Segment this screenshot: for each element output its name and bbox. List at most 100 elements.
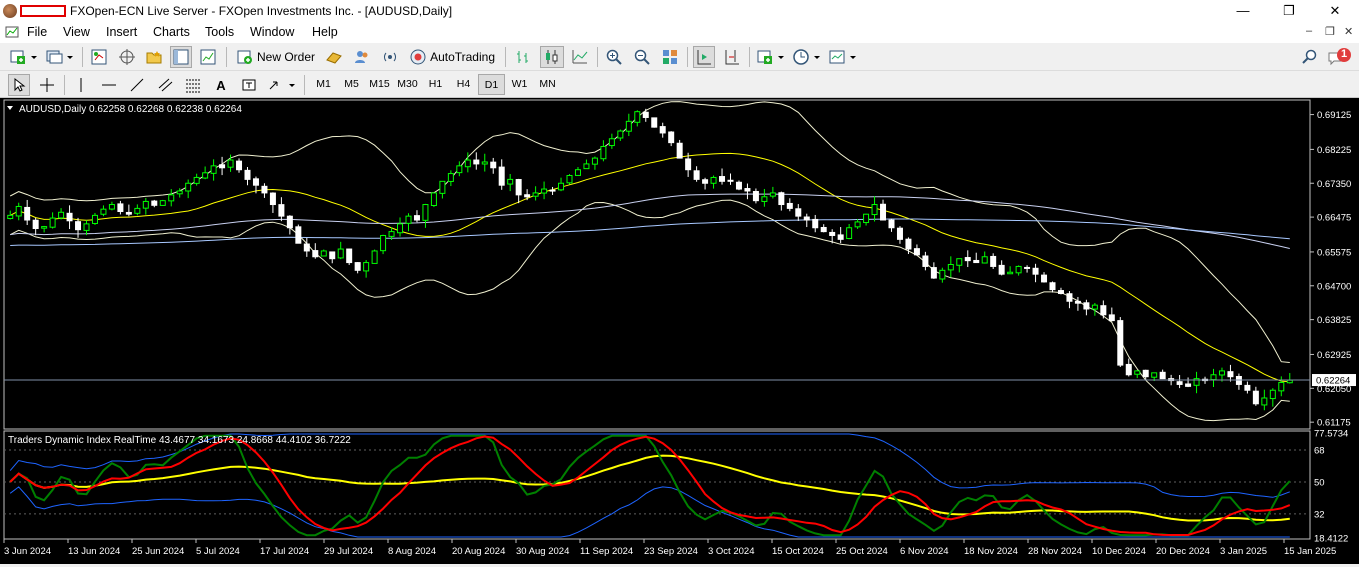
candlestick-button[interactable] (540, 46, 564, 68)
standard-toolbar: New Order AutoTrading 1 (0, 43, 1359, 71)
price-chart-svg[interactable]: AUDUSD,Daily 0.62258 0.62268 0.62238 0.6… (0, 98, 1359, 564)
maximize-button[interactable]: ❐ (1266, 0, 1312, 22)
periods-button[interactable] (791, 46, 823, 68)
menu-window[interactable]: Window (250, 25, 294, 39)
candle-body (871, 204, 878, 216)
candle-body (1151, 372, 1158, 378)
crosshair-tool-button[interactable] (36, 74, 58, 96)
candle-body (1007, 271, 1014, 275)
trendline-tool-button[interactable] (126, 74, 148, 96)
timeframe-m1[interactable]: M1 (310, 74, 337, 95)
price-label: 0.61175 (1317, 418, 1351, 429)
autoscroll-button[interactable] (693, 46, 715, 68)
menu-tools[interactable]: Tools (205, 25, 234, 39)
candle-body (939, 269, 946, 280)
arrows-tool-button[interactable] (266, 74, 298, 96)
vps-button[interactable] (378, 46, 402, 68)
timeframe-h1[interactable]: H1 (422, 74, 449, 95)
line-chart-button[interactable] (569, 46, 591, 68)
terminal-button[interactable] (170, 46, 192, 68)
timeframe-m30[interactable]: M30 (394, 74, 421, 95)
candle-body (1278, 382, 1285, 392)
timeframe-w1[interactable]: W1 (506, 74, 533, 95)
timeframe-m5[interactable]: M5 (338, 74, 365, 95)
candle-body (922, 255, 929, 267)
market-button[interactable] (322, 46, 346, 68)
mdi-restore-button[interactable]: ❐ (1325, 25, 1335, 38)
zoom-in-button[interactable] (603, 46, 625, 68)
profiles-icon (46, 50, 73, 64)
signals-button[interactable] (350, 46, 374, 68)
templates-button[interactable] (827, 46, 859, 68)
mdi-minimize-button[interactable]: – (1306, 25, 1312, 37)
candle-body (1244, 384, 1251, 391)
indicator-frame (3, 430, 1311, 540)
tile-windows-button[interactable] (659, 46, 681, 68)
fibonacci-tool-button[interactable] (182, 74, 204, 96)
timeframe-d1[interactable]: D1 (478, 74, 505, 95)
text-label-tool-button[interactable] (238, 74, 260, 96)
current-price-label: 0.62264 (1316, 376, 1350, 387)
chart-shift-button[interactable] (721, 46, 743, 68)
market-watch-icon (91, 49, 107, 65)
autotrading-button[interactable]: AutoTrading (406, 46, 498, 68)
chart-window[interactable]: AUDUSD,Daily 0.62258 0.62268 0.62238 0.6… (0, 98, 1359, 564)
candle-body (846, 227, 853, 240)
mdi-close-button[interactable]: ✕ (1344, 25, 1353, 38)
candle-body (7, 214, 14, 219)
text-tool-button[interactable]: A (210, 74, 232, 96)
search-button[interactable] (1299, 46, 1321, 68)
menu-charts[interactable]: Charts (153, 25, 190, 39)
candle-body (905, 238, 912, 250)
timeframe-mn[interactable]: MN (534, 74, 561, 95)
timeframe-h4[interactable]: H4 (450, 74, 477, 95)
equidistant-channel-tool-button[interactable] (154, 74, 176, 96)
candle-body (913, 248, 920, 256)
candle-body (481, 161, 488, 165)
indicator-level-label: 77.5734 (1314, 429, 1348, 440)
price-label: 0.63825 (1317, 315, 1351, 326)
cursor-tool-button[interactable] (8, 74, 30, 96)
minimize-button[interactable]: — (1220, 0, 1266, 22)
vertical-line-tool-button[interactable] (70, 74, 92, 96)
menu-insert[interactable]: Insert (106, 25, 137, 39)
horizontal-line-tool-button[interactable] (98, 74, 120, 96)
candle-body (888, 219, 895, 229)
new-order-button[interactable]: New Order (234, 46, 318, 68)
profiles-button[interactable] (44, 46, 76, 68)
candle-body (100, 208, 107, 215)
candle-body (83, 223, 90, 231)
notifications-button[interactable]: 1 (1326, 46, 1354, 68)
candle-body (1041, 274, 1048, 283)
zoom-out-icon (634, 49, 650, 65)
menu-view[interactable]: View (63, 25, 90, 39)
candle-body (668, 131, 675, 144)
market-watch-button[interactable] (88, 46, 110, 68)
time-label: 10 Dec 2024 (1092, 546, 1146, 557)
alert-count-badge: 1 (1341, 48, 1348, 60)
indicators-button[interactable] (755, 46, 787, 68)
zoom-out-button[interactable] (631, 46, 653, 68)
candle-body (710, 176, 717, 184)
strategy-tester-button[interactable] (197, 46, 219, 68)
candle-body (252, 178, 259, 186)
candle-body (786, 202, 793, 209)
candle-body (795, 208, 802, 217)
time-label: 29 Jul 2024 (324, 546, 373, 557)
menu-help[interactable]: Help (312, 25, 338, 39)
favorites-button[interactable] (143, 46, 165, 68)
candle-body (413, 215, 420, 221)
candle-body (117, 203, 124, 212)
bar-chart-button[interactable] (512, 46, 534, 68)
timeframe-m15[interactable]: M15 (366, 74, 393, 95)
close-button[interactable]: ✕ (1312, 0, 1358, 22)
new-chart-button[interactable] (8, 46, 40, 68)
price-label: 0.64700 (1317, 281, 1351, 292)
app-icon (3, 4, 17, 18)
menu-file[interactable]: File (27, 25, 47, 39)
candle-body (24, 206, 31, 221)
crosshair-nav-button[interactable] (116, 46, 138, 68)
candle-body (837, 234, 844, 240)
candle-body (1024, 266, 1031, 269)
candle-body (456, 165, 463, 174)
